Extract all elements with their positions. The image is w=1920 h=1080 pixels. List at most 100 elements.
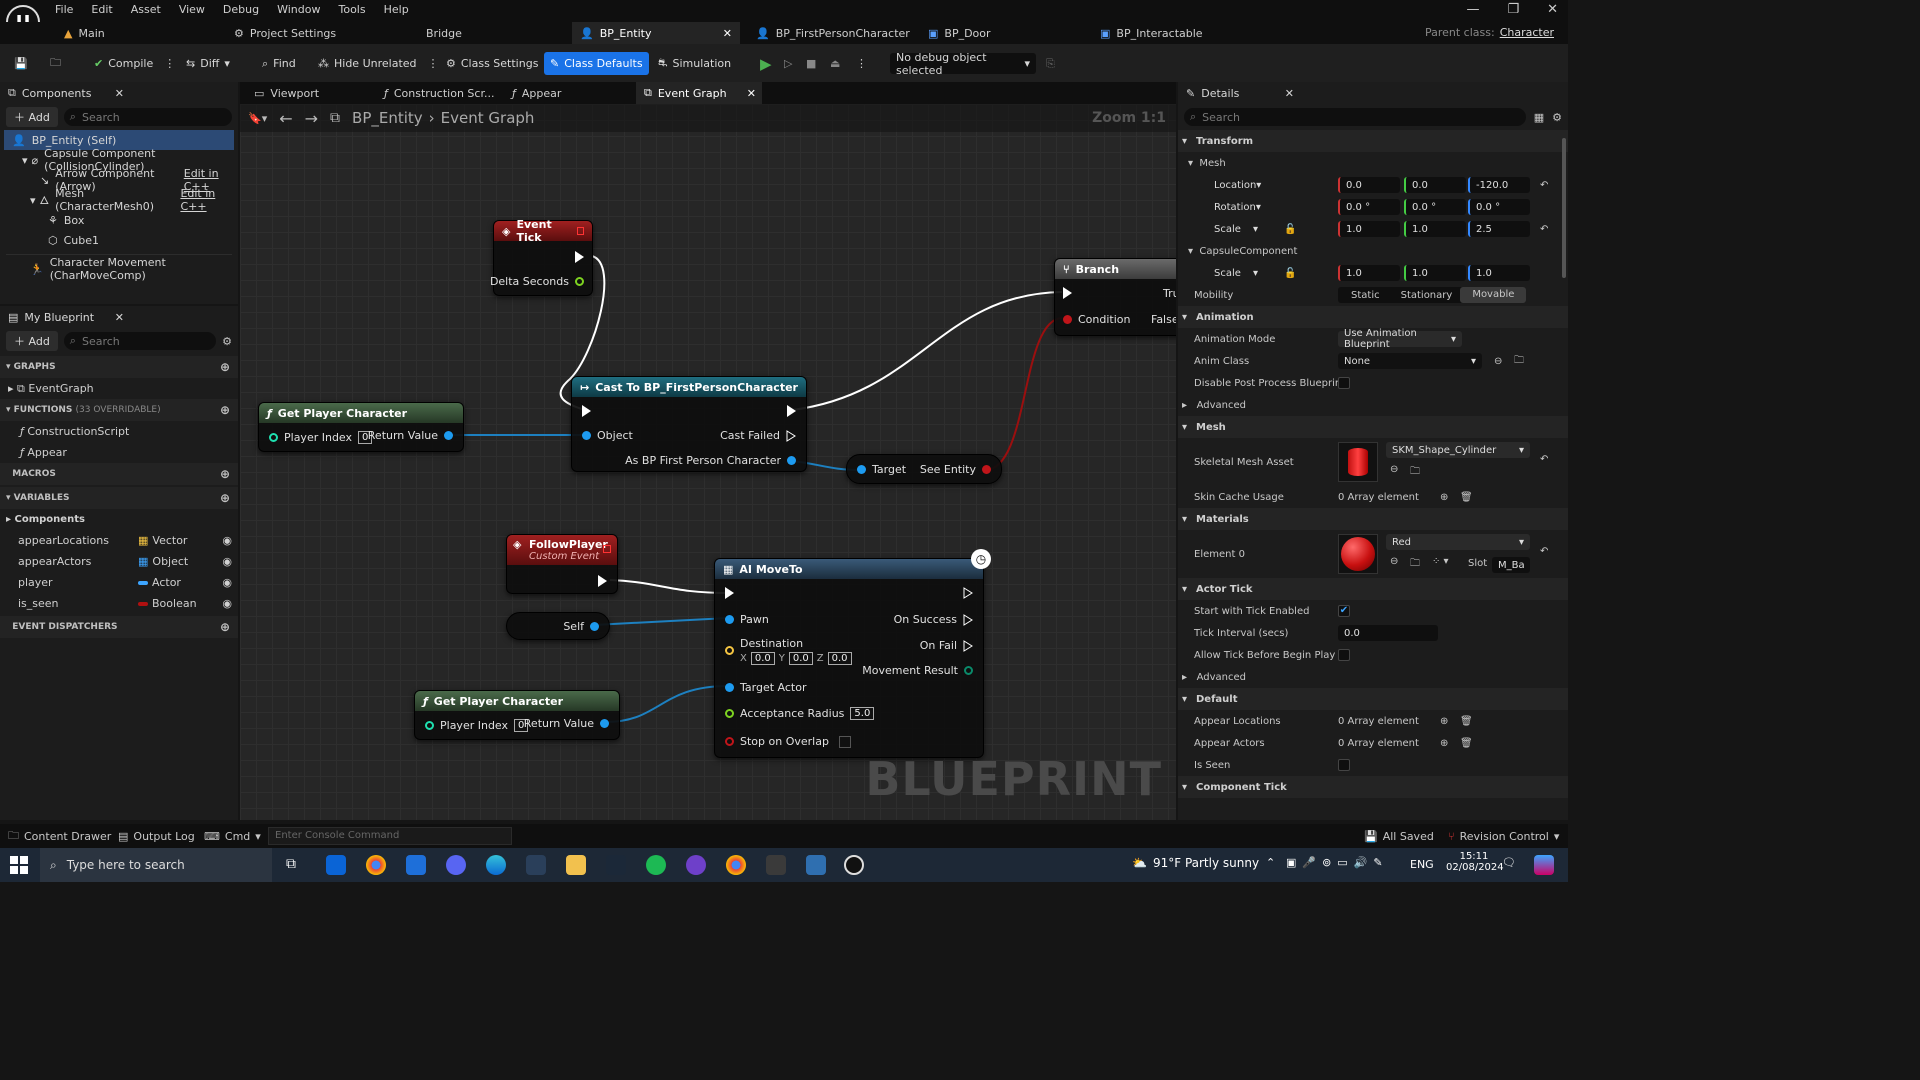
browse-icon[interactable]: 🗀 xyxy=(1514,353,1524,370)
tab-main[interactable]: ▲ Main xyxy=(56,22,113,44)
reset-arrow-icon[interactable]: ↶ xyxy=(1540,224,1548,235)
on-success-pin[interactable]: On Success xyxy=(894,613,973,626)
component-character-movement[interactable]: 🏃 Character Movement (CharMoveComp) xyxy=(0,256,238,282)
event-graph-canvas[interactable]: 🔖▾ ← → ⧉ BP_Entity › Event Graph Zoom 1:… xyxy=(240,104,1176,820)
reset-arrow-icon[interactable]: ↶ xyxy=(1540,180,1548,191)
exec-in-pin[interactable] xyxy=(1063,287,1072,299)
node-branch[interactable]: ⑂Branch True Condition False xyxy=(1054,258,1176,336)
add-element-icon[interactable]: ⊕ xyxy=(1440,716,1448,727)
self-pin[interactable]: Self xyxy=(563,620,599,633)
player-index-pin[interactable]: Player Index 0 xyxy=(425,719,529,732)
edge-icon[interactable] xyxy=(486,855,506,875)
revision-control-button[interactable]: ⑂ Revision Control ▾ xyxy=(1448,830,1559,843)
settings-app-icon[interactable] xyxy=(766,855,786,875)
delta-seconds-pin[interactable]: Delta Seconds xyxy=(490,275,584,288)
output-log-button[interactable]: ▤ Output Log xyxy=(118,830,195,843)
store-icon[interactable] xyxy=(406,855,426,875)
tab-bp-interactable[interactable]: ▣ BP_Interactable xyxy=(1092,22,1211,44)
parent-class-link[interactable]: Character xyxy=(1500,26,1554,39)
exec-out-pin[interactable] xyxy=(598,575,607,587)
browse-icon[interactable]: 🗀 xyxy=(1410,464,1420,481)
debug-find-button[interactable]: ⎘ xyxy=(1040,53,1061,74)
start-tick-checkbox[interactable]: ✔ xyxy=(1338,605,1350,617)
node-ai-moveto[interactable]: ▦ AI MoveTo ◷ Pawn On Success Destination… xyxy=(714,549,991,758)
close-icon[interactable]: ✕ xyxy=(1547,2,1558,17)
play-options-button[interactable]: ⋮ xyxy=(850,53,873,74)
capsule-scale-mode-select[interactable]: Scale ▾ xyxy=(1208,265,1264,281)
acceptance-radius-pin[interactable]: Acceptance Radius 5.0 xyxy=(725,707,875,720)
windows-start-icon[interactable] xyxy=(10,856,28,874)
scale-z-field[interactable]: 2.5 xyxy=(1468,221,1530,237)
lock-icon[interactable]: 🔓 xyxy=(1284,224,1296,235)
material-options-icon[interactable]: ⁘ ▾ xyxy=(1432,556,1449,567)
function-constructionscript[interactable]: ƒ ConstructionScript xyxy=(0,421,238,442)
capsule-scale-x-field[interactable]: 1.0 xyxy=(1338,265,1400,281)
my-blueprint-tab[interactable]: ▤ My Blueprint ✕ xyxy=(0,306,132,328)
player-index-pin[interactable]: Player Index 0 xyxy=(269,431,373,444)
browse-button[interactable]: 🗀 xyxy=(44,53,67,74)
use-selected-icon[interactable]: ⊖ xyxy=(1390,556,1398,567)
menu-debug[interactable]: Debug xyxy=(223,3,259,16)
rotation-y-field[interactable]: 0.0 ° xyxy=(1404,199,1466,215)
target-actor-pin[interactable]: Target Actor xyxy=(725,681,806,694)
exec-in-pin[interactable] xyxy=(582,405,591,417)
add-dispatcher-icon[interactable]: ⊕ xyxy=(220,620,230,634)
add-member-button[interactable]: ＋ Add xyxy=(6,331,58,351)
tab-construction-script[interactable]: ƒ Construction Scr... xyxy=(376,82,502,104)
destination-pin[interactable]: Destination X 0.0 Y 0.0 Z 0.0 xyxy=(725,637,852,665)
reset-arrow-icon[interactable]: ↶ xyxy=(1540,546,1548,557)
restore-icon[interactable]: ❐ xyxy=(1507,2,1519,17)
save-button[interactable]: 💾 xyxy=(8,53,34,74)
on-fail-pin[interactable]: On Fail xyxy=(920,639,973,652)
add-element-icon[interactable]: ⊕ xyxy=(1440,738,1448,749)
node-event-tick[interactable]: ◈ Event Tick Delta Seconds xyxy=(490,218,593,296)
reset-arrow-icon[interactable]: ↶ xyxy=(1540,454,1548,465)
table-view-icon[interactable]: ▦ xyxy=(1534,111,1544,124)
tab-project-settings[interactable]: ⚙ Project Settings xyxy=(226,22,344,44)
node-get-player-character-1[interactable]: ƒ Get Player Character Player Index 0 Retu… xyxy=(258,402,464,452)
task-view-icon[interactable]: ⧉ xyxy=(286,856,296,872)
clock[interactable]: 15:11 02/08/2024 xyxy=(1446,851,1504,873)
variable-appear-locations[interactable]: appearLocations ▦ Vector ◉ xyxy=(0,530,238,551)
allow-tick-checkbox[interactable] xyxy=(1338,649,1350,661)
menu-tools[interactable]: Tools xyxy=(338,3,365,16)
add-variable-icon[interactable]: ⊕ xyxy=(220,491,230,505)
delegate-pin-icon[interactable] xyxy=(603,545,611,553)
tab-bp-entity[interactable]: 👤 BP_Entity ✕ xyxy=(572,22,740,44)
subsection-mesh[interactable]: ▾ Mesh xyxy=(1178,152,1568,174)
target-pin[interactable]: Target xyxy=(857,463,906,476)
find-button[interactable]: ⌕ Find xyxy=(256,53,302,74)
section-actor-tick[interactable]: ▾ Actor Tick xyxy=(1178,578,1568,600)
node-cast-to-bp-firstpersoncharacter[interactable]: ↦ Cast To BP_FirstPersonCharacter Object … xyxy=(571,376,807,472)
scale-x-field[interactable]: 1.0 xyxy=(1338,221,1400,237)
capsule-scale-z-field[interactable]: 1.0 xyxy=(1468,265,1530,281)
use-selected-icon[interactable]: ⊖ xyxy=(1390,464,1398,475)
disable-post-process-checkbox[interactable] xyxy=(1338,377,1350,389)
delete-icon[interactable]: 🗑 xyxy=(1460,716,1473,727)
tray-icons[interactable]: ▣🎤⊚▭🔊✎ xyxy=(1286,856,1389,869)
true-pin[interactable]: True xyxy=(1163,287,1176,300)
function-appear[interactable]: ƒ Appear xyxy=(0,442,238,463)
class-settings-button[interactable]: ⚙ Class Settings xyxy=(440,53,544,74)
menu-help[interactable]: Help xyxy=(384,3,409,16)
eject-button[interactable]: ⏏ xyxy=(824,53,846,74)
cmd-select[interactable]: ⌨ Cmd ▾ xyxy=(204,830,261,843)
language-indicator[interactable]: ENG xyxy=(1410,858,1434,871)
class-defaults-button[interactable]: ✎ Class Defaults xyxy=(544,52,649,75)
return-value-pin[interactable]: Return Value xyxy=(524,717,609,730)
node-self[interactable]: Self xyxy=(506,612,610,640)
menu-file[interactable]: File xyxy=(55,3,73,16)
animation-mode-select[interactable]: Use Animation Blueprint ▾ xyxy=(1338,328,1462,350)
delegate-pin-icon[interactable] xyxy=(576,227,584,235)
destination-xyz-fields[interactable]: X 0.0 Y 0.0 Z 0.0 xyxy=(740,652,852,665)
stop-button[interactable]: ■ xyxy=(800,53,822,74)
discord-icon[interactable] xyxy=(446,855,466,875)
components-search-input[interactable]: ⌕ Search xyxy=(63,108,232,126)
false-pin[interactable]: False xyxy=(1151,313,1176,326)
tick-interval-field[interactable]: 0.0 xyxy=(1338,625,1438,641)
component-box[interactable]: ⚘ Box xyxy=(0,210,238,230)
steam-app-icon[interactable] xyxy=(606,855,626,875)
mobility-movable[interactable]: Movable xyxy=(1460,287,1527,303)
tab-appear[interactable]: ƒ Appear xyxy=(504,82,569,104)
functions-section[interactable]: ▾ FUNCTIONS (33 OVERRIDABLE) ⊕ xyxy=(0,399,238,421)
